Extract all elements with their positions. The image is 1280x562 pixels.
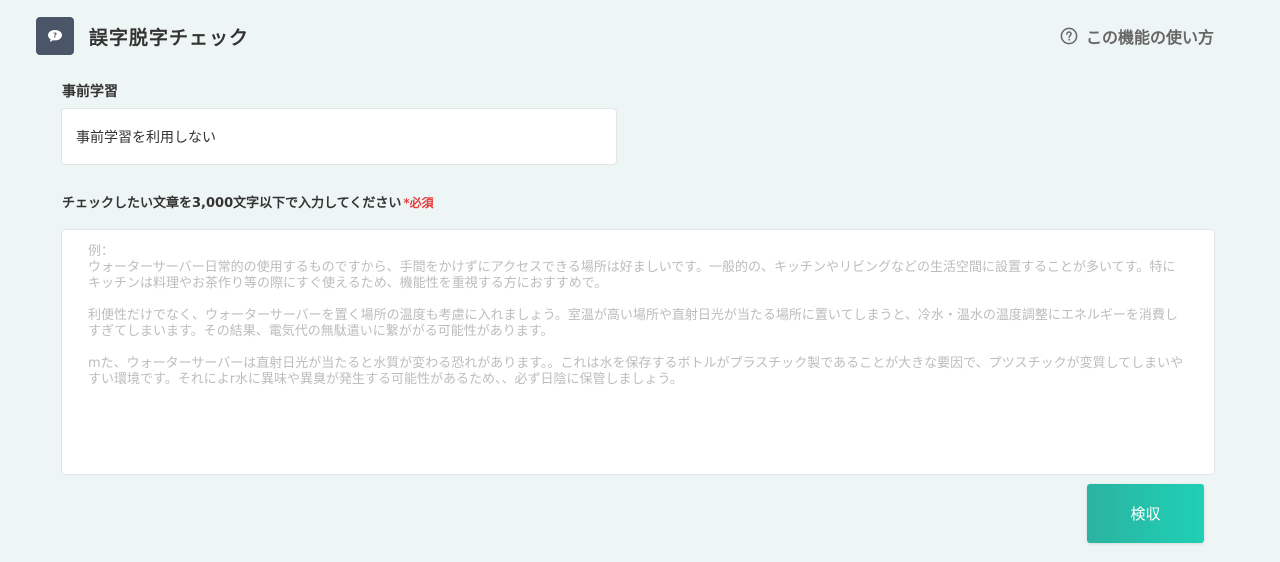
required-badge: *必須	[403, 196, 434, 210]
speech-bubble-question-icon: ?	[36, 17, 74, 55]
svg-text:?: ?	[53, 32, 57, 40]
text-input[interactable]	[61, 229, 1215, 475]
pre-learning-select[interactable]: 事前学習を利用しない	[61, 108, 617, 165]
text-input-label: チェックしたい文章を3,000文字以下で入力してください *必須	[62, 192, 434, 211]
help-link-label: この機能の使い方	[1085, 28, 1214, 47]
submit-button[interactable]: 検収	[1087, 484, 1204, 543]
text-input-label-text: チェックしたい文章を3,000文字以下で入力してください	[62, 196, 402, 211]
pre-learning-label: 事前学習	[62, 84, 118, 100]
page: ? 誤字脱字チェック この機能の使い方 事前学習 事前学習を利用しない チェック…	[0, 0, 1280, 562]
help-link[interactable]: この機能の使い方	[1060, 24, 1214, 48]
page-title: 誤字脱字チェック	[89, 26, 250, 49]
header: ? 誤字脱字チェック	[36, 17, 249, 55]
pre-learning-selected-value: 事前学習を利用しない	[76, 129, 216, 146]
question-circle-icon	[1060, 27, 1078, 45]
